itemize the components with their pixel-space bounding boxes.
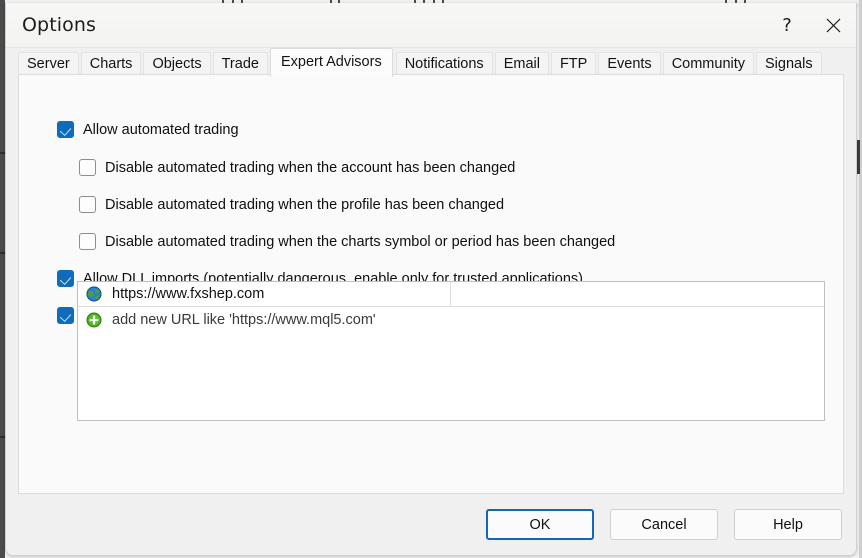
help-button[interactable]: Help <box>734 509 842 540</box>
dialog-title: Options <box>22 14 97 36</box>
checkbox-row-disable-on-profile-change[interactable]: Disable automated trading when the profi… <box>79 196 504 213</box>
url-list-row[interactable]: https://www.fxshep.com <box>78 282 824 307</box>
webrequest-url-list[interactable]: https://www.fxshep.com add new URL like … <box>77 281 825 421</box>
checkbox-disable-on-profile-change[interactable] <box>79 196 96 213</box>
options-dialog: Options ? Server Charts Objects Trade Ex… <box>5 3 857 556</box>
title-bar-buttons: ? <box>764 3 856 47</box>
tab-objects[interactable]: Objects <box>143 52 211 75</box>
url-column-divider <box>450 282 451 306</box>
checkbox-allow-dll-imports[interactable] <box>57 270 74 287</box>
tab-events[interactable]: Events <box>598 52 661 75</box>
tab-email[interactable]: Email <box>494 52 549 75</box>
help-question-icon[interactable]: ? <box>764 3 810 47</box>
checkbox-label-allow-automated-trading: Allow automated trading <box>83 121 239 138</box>
title-bar: Options ? <box>6 3 856 48</box>
checkbox-row-disable-on-symbol-period-change[interactable]: Disable automated trading when the chart… <box>79 233 615 250</box>
cancel-button[interactable]: Cancel <box>610 509 718 540</box>
checkbox-row-allow-automated-trading[interactable]: Allow automated trading <box>57 121 239 138</box>
tab-server[interactable]: Server <box>18 52 79 75</box>
close-icon[interactable] <box>810 3 856 47</box>
url-list-add-row[interactable]: add new URL like 'https://www.mql5.com' <box>78 307 824 332</box>
checkbox-disable-on-symbol-period-change[interactable] <box>79 233 96 250</box>
tab-signals[interactable]: Signals <box>756 52 822 75</box>
checkbox-row-disable-on-account-change[interactable]: Disable automated trading when the accou… <box>79 159 515 176</box>
checkbox-disable-on-account-change[interactable] <box>79 159 96 176</box>
globe-icon <box>86 286 102 302</box>
checkbox-label-disable-on-account-change: Disable automated trading when the accou… <box>105 159 516 176</box>
screen: Options ? Server Charts Objects Trade Ex… <box>0 0 862 558</box>
tab-trade[interactable]: Trade <box>212 52 268 75</box>
tab-expert-advisors[interactable]: Expert Advisors <box>269 48 393 77</box>
checkbox-allow-webrequest[interactable] <box>57 307 74 324</box>
help-question-glyph: ? <box>782 14 792 36</box>
tab-strip: Server Charts Objects Trade Expert Advis… <box>6 48 856 77</box>
tab-notifications[interactable]: Notifications <box>395 52 493 75</box>
add-plus-icon <box>86 312 102 328</box>
url-list-add-hint-text: add new URL like 'https://www.mql5.com' <box>112 311 376 328</box>
url-list-url-text: https://www.fxshep.com <box>112 286 265 302</box>
checkbox-allow-automated-trading[interactable] <box>57 121 74 138</box>
checkbox-label-disable-on-profile-change: Disable automated trading when the profi… <box>105 196 505 213</box>
ok-button[interactable]: OK <box>486 509 594 540</box>
tab-community[interactable]: Community <box>662 52 755 75</box>
checkbox-label-disable-on-symbol-period-change: Disable automated trading when the chart… <box>105 233 616 250</box>
tab-charts[interactable]: Charts <box>80 52 142 75</box>
tab-ftp[interactable]: FTP <box>550 52 597 75</box>
dialog-footer: OK Cancel Help <box>6 494 856 555</box>
expert-advisors-panel: Allow automated trading Disable automate… <box>18 74 844 494</box>
